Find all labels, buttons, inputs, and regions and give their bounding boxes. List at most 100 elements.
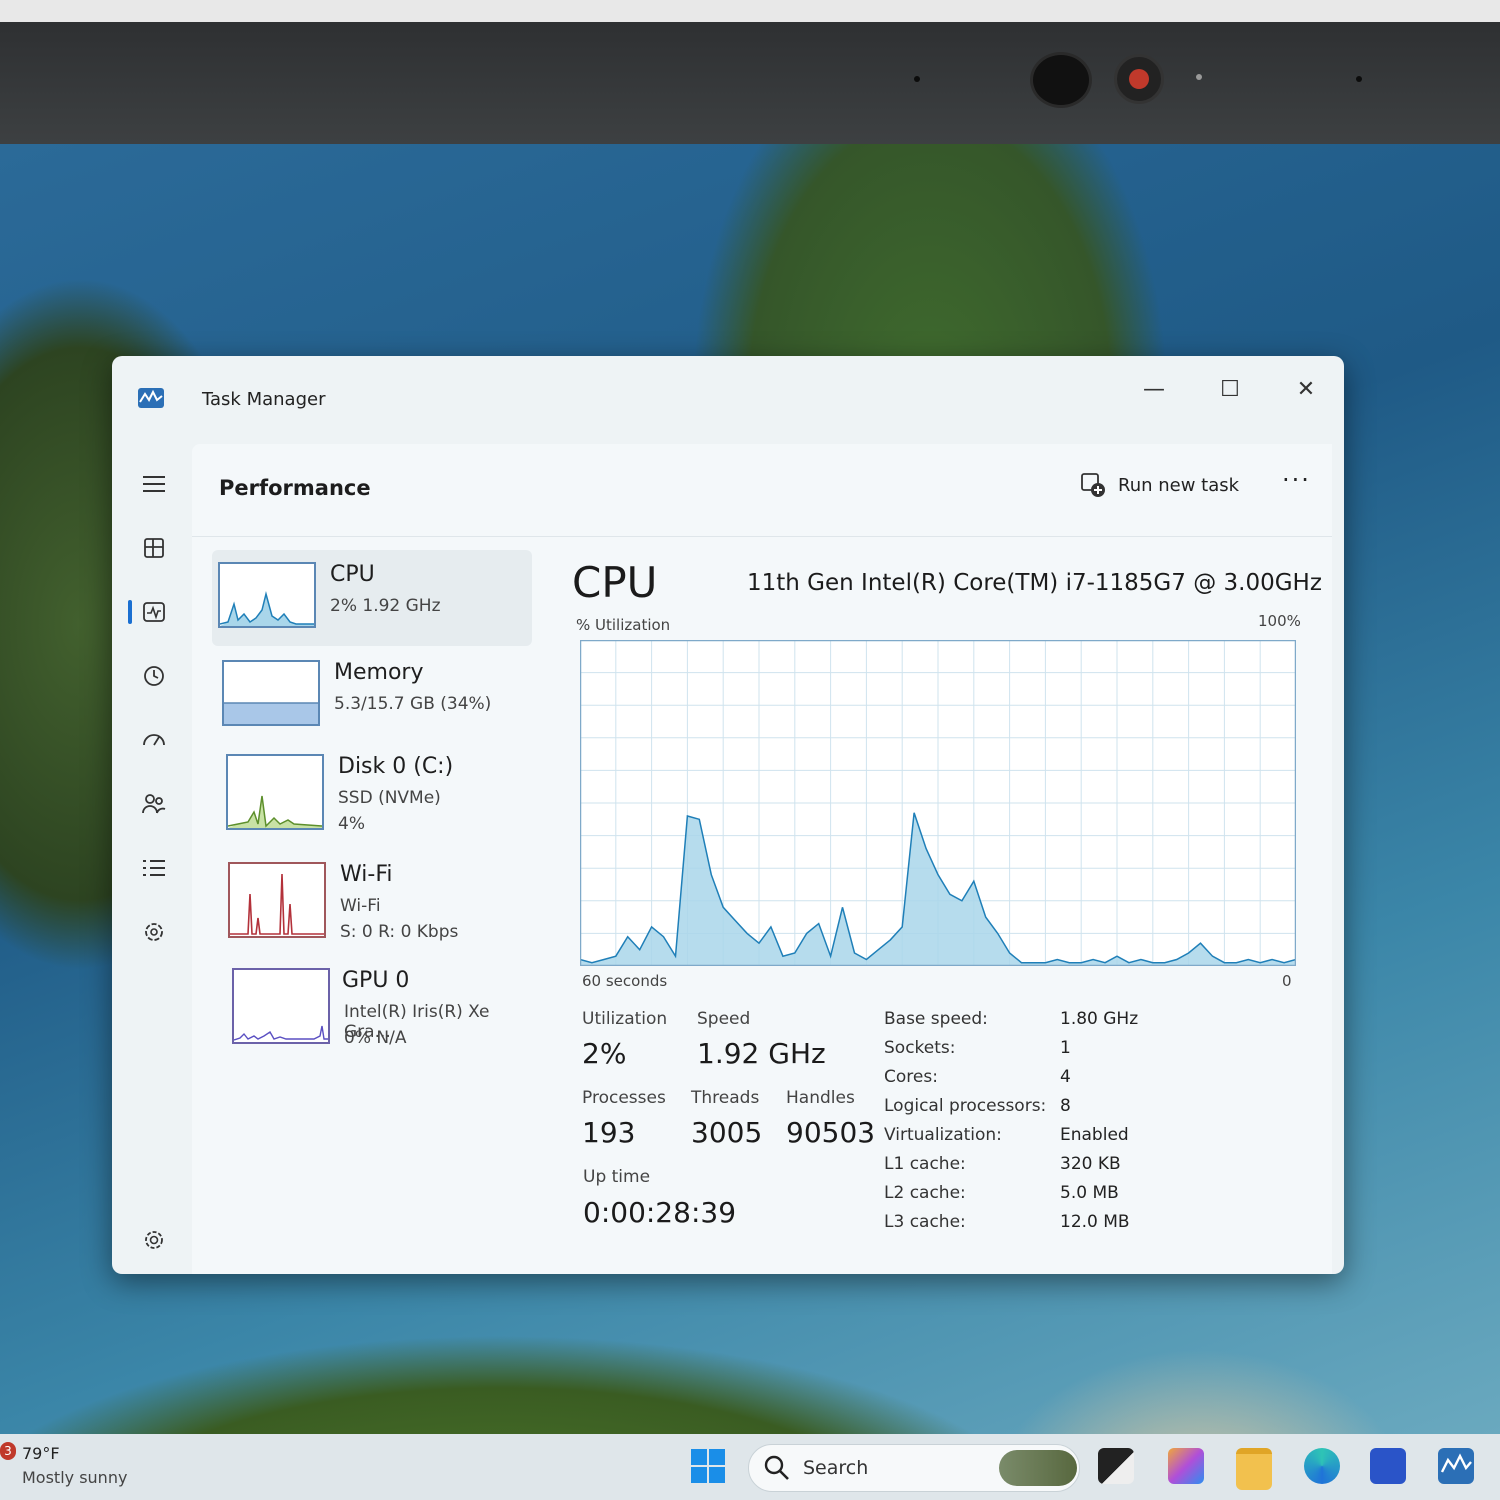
resource-item-gpu[interactable]: GPU 0 Intel(R) Iris(R) Xe Gra... 0% N/A bbox=[212, 956, 532, 1052]
x-axis-label: 60 seconds bbox=[582, 972, 668, 990]
resource-usage: 4% bbox=[338, 814, 365, 834]
services-icon[interactable] bbox=[136, 914, 172, 950]
title-bar[interactable]: Task Manager — ☐ ✕ bbox=[112, 356, 1344, 442]
task-manager-taskbar-icon[interactable] bbox=[1438, 1448, 1474, 1484]
cpu-thumbnail-graph bbox=[218, 562, 316, 628]
window-title: Task Manager bbox=[202, 389, 326, 410]
resource-detail: 5.3/15.7 GB (34%) bbox=[334, 694, 492, 714]
performance-page: Performance Run new task ··· CPU 2% 1.92… bbox=[192, 444, 1332, 1274]
minimize-button[interactable]: — bbox=[1134, 370, 1174, 410]
spec-value: 5.0 MB bbox=[1060, 1183, 1119, 1203]
taskbar: 3 79°F Mostly sunny Search bbox=[0, 1434, 1500, 1500]
speed-value: 1.92 GHz bbox=[697, 1037, 826, 1070]
spec-key: L1 cache: bbox=[884, 1154, 966, 1174]
disk-thumbnail-graph bbox=[226, 754, 324, 830]
utilization-value: 2% bbox=[582, 1037, 627, 1070]
resource-item-wifi[interactable]: Wi-Fi Wi-Fi S: 0 R: 0 Kbps bbox=[212, 850, 532, 946]
threads-label: Threads bbox=[691, 1088, 760, 1108]
y-axis-label: % Utilization bbox=[576, 616, 671, 634]
uptime-label: Up time bbox=[583, 1167, 651, 1187]
spec-value: 1.80 GHz bbox=[1060, 1009, 1139, 1029]
spec-value: Enabled bbox=[1060, 1125, 1129, 1145]
bezel-top-edge bbox=[0, 0, 1500, 22]
webcam-lens-icon bbox=[1030, 52, 1092, 108]
handles-value: 90503 bbox=[786, 1116, 876, 1149]
resource-detail: 2% 1.92 GHz bbox=[330, 596, 441, 616]
resource-name: Memory bbox=[334, 660, 424, 685]
processes-value: 193 bbox=[582, 1116, 636, 1149]
task-manager-icon bbox=[138, 388, 164, 408]
selected-indicator bbox=[128, 600, 132, 624]
spec-value: 320 KB bbox=[1060, 1154, 1121, 1174]
windows-logo-icon bbox=[691, 1449, 725, 1483]
spec-key: Cores: bbox=[884, 1067, 938, 1087]
memory-thumbnail-graph bbox=[222, 660, 320, 726]
weather-badge: 3 bbox=[0, 1442, 16, 1460]
start-button[interactable] bbox=[690, 1448, 726, 1488]
resource-detail: SSD (NVMe) bbox=[338, 788, 441, 808]
spec-key: Sockets: bbox=[884, 1038, 956, 1058]
close-button[interactable]: ✕ bbox=[1286, 370, 1326, 410]
hamburger-menu-icon[interactable] bbox=[136, 466, 172, 502]
wifi-thumbnail-graph bbox=[228, 862, 326, 938]
file-explorer-icon[interactable] bbox=[1236, 1448, 1272, 1490]
performance-icon[interactable] bbox=[136, 594, 172, 630]
maximize-button[interactable]: ☐ bbox=[1210, 370, 1250, 410]
task-manager-window: Task Manager — ☐ ✕ Performance Run new t… bbox=[112, 356, 1344, 1274]
page-title: Performance bbox=[219, 476, 371, 500]
resource-item-cpu[interactable]: CPU 2% 1.92 GHz bbox=[212, 550, 532, 646]
ir-sensor-dot bbox=[914, 76, 920, 82]
speed-label: Speed bbox=[697, 1009, 751, 1029]
search-icon bbox=[764, 1455, 789, 1480]
resource-detail: Wi-Fi bbox=[340, 896, 381, 916]
cpu-utilization-graph bbox=[580, 640, 1296, 966]
task-view-icon[interactable] bbox=[1098, 1448, 1134, 1484]
threads-value: 3005 bbox=[691, 1116, 763, 1149]
app-history-icon[interactable] bbox=[136, 658, 172, 694]
spec-value: 1 bbox=[1060, 1038, 1071, 1058]
webcam-indicator-icon bbox=[1114, 54, 1164, 104]
resource-item-disk[interactable]: Disk 0 (C:) SSD (NVMe) 4% bbox=[212, 742, 532, 838]
laptop-bezel bbox=[0, 22, 1500, 148]
resource-name: Wi-Fi bbox=[340, 862, 393, 887]
microsoft-365-icon[interactable] bbox=[1168, 1448, 1204, 1484]
spec-key: Virtualization: bbox=[884, 1125, 1002, 1145]
weather-desc[interactable]: Mostly sunny bbox=[22, 1468, 127, 1487]
processes-icon[interactable] bbox=[136, 530, 172, 566]
edge-browser-icon[interactable] bbox=[1304, 1448, 1340, 1484]
resource-name: GPU 0 bbox=[342, 968, 410, 993]
taskbar-search-box[interactable]: Search bbox=[748, 1444, 1080, 1492]
microsoft-store-icon[interactable] bbox=[1370, 1448, 1406, 1484]
light-sensor-dot bbox=[1196, 74, 1202, 80]
y-axis-max-label: 100% bbox=[1258, 612, 1301, 630]
microphone-dot bbox=[1356, 76, 1362, 82]
spec-value: 4 bbox=[1060, 1067, 1071, 1087]
spec-key: Logical processors: bbox=[884, 1096, 1047, 1116]
resource-item-memory[interactable]: Memory 5.3/15.7 GB (34%) bbox=[212, 648, 532, 744]
resource-usage: 0% N/A bbox=[344, 1028, 407, 1048]
resource-name: Disk 0 (C:) bbox=[338, 754, 454, 779]
more-options-button[interactable]: ··· bbox=[1282, 466, 1311, 494]
spec-value: 12.0 MB bbox=[1060, 1212, 1130, 1232]
weather-temp[interactable]: 79°F bbox=[22, 1444, 60, 1463]
settings-icon[interactable] bbox=[136, 1222, 172, 1258]
cpu-model-name: 11th Gen Intel(R) Core(TM) i7-1185G7 @ 3… bbox=[747, 570, 1322, 596]
run-new-task-icon bbox=[1081, 473, 1105, 497]
run-new-task-button[interactable]: Run new task bbox=[1080, 464, 1239, 506]
detail-title: CPU bbox=[572, 558, 658, 607]
processes-label: Processes bbox=[582, 1088, 666, 1108]
uptime-value: 0:00:28:39 bbox=[583, 1196, 737, 1229]
details-icon[interactable] bbox=[136, 850, 172, 886]
utilization-label: Utilization bbox=[582, 1009, 668, 1029]
run-new-task-label: Run new task bbox=[1118, 474, 1240, 496]
users-icon[interactable] bbox=[136, 786, 172, 822]
spec-key: Base speed: bbox=[884, 1009, 988, 1029]
spec-key: L3 cache: bbox=[884, 1212, 966, 1232]
resource-usage: S: 0 R: 0 Kbps bbox=[340, 922, 459, 942]
gpu-thumbnail-graph bbox=[232, 968, 330, 1044]
handles-label: Handles bbox=[786, 1088, 855, 1108]
y-axis-min-label: 0 bbox=[1282, 972, 1292, 990]
header-divider bbox=[192, 536, 1332, 537]
spec-key: L2 cache: bbox=[884, 1183, 966, 1203]
startup-apps-icon[interactable] bbox=[136, 722, 172, 758]
